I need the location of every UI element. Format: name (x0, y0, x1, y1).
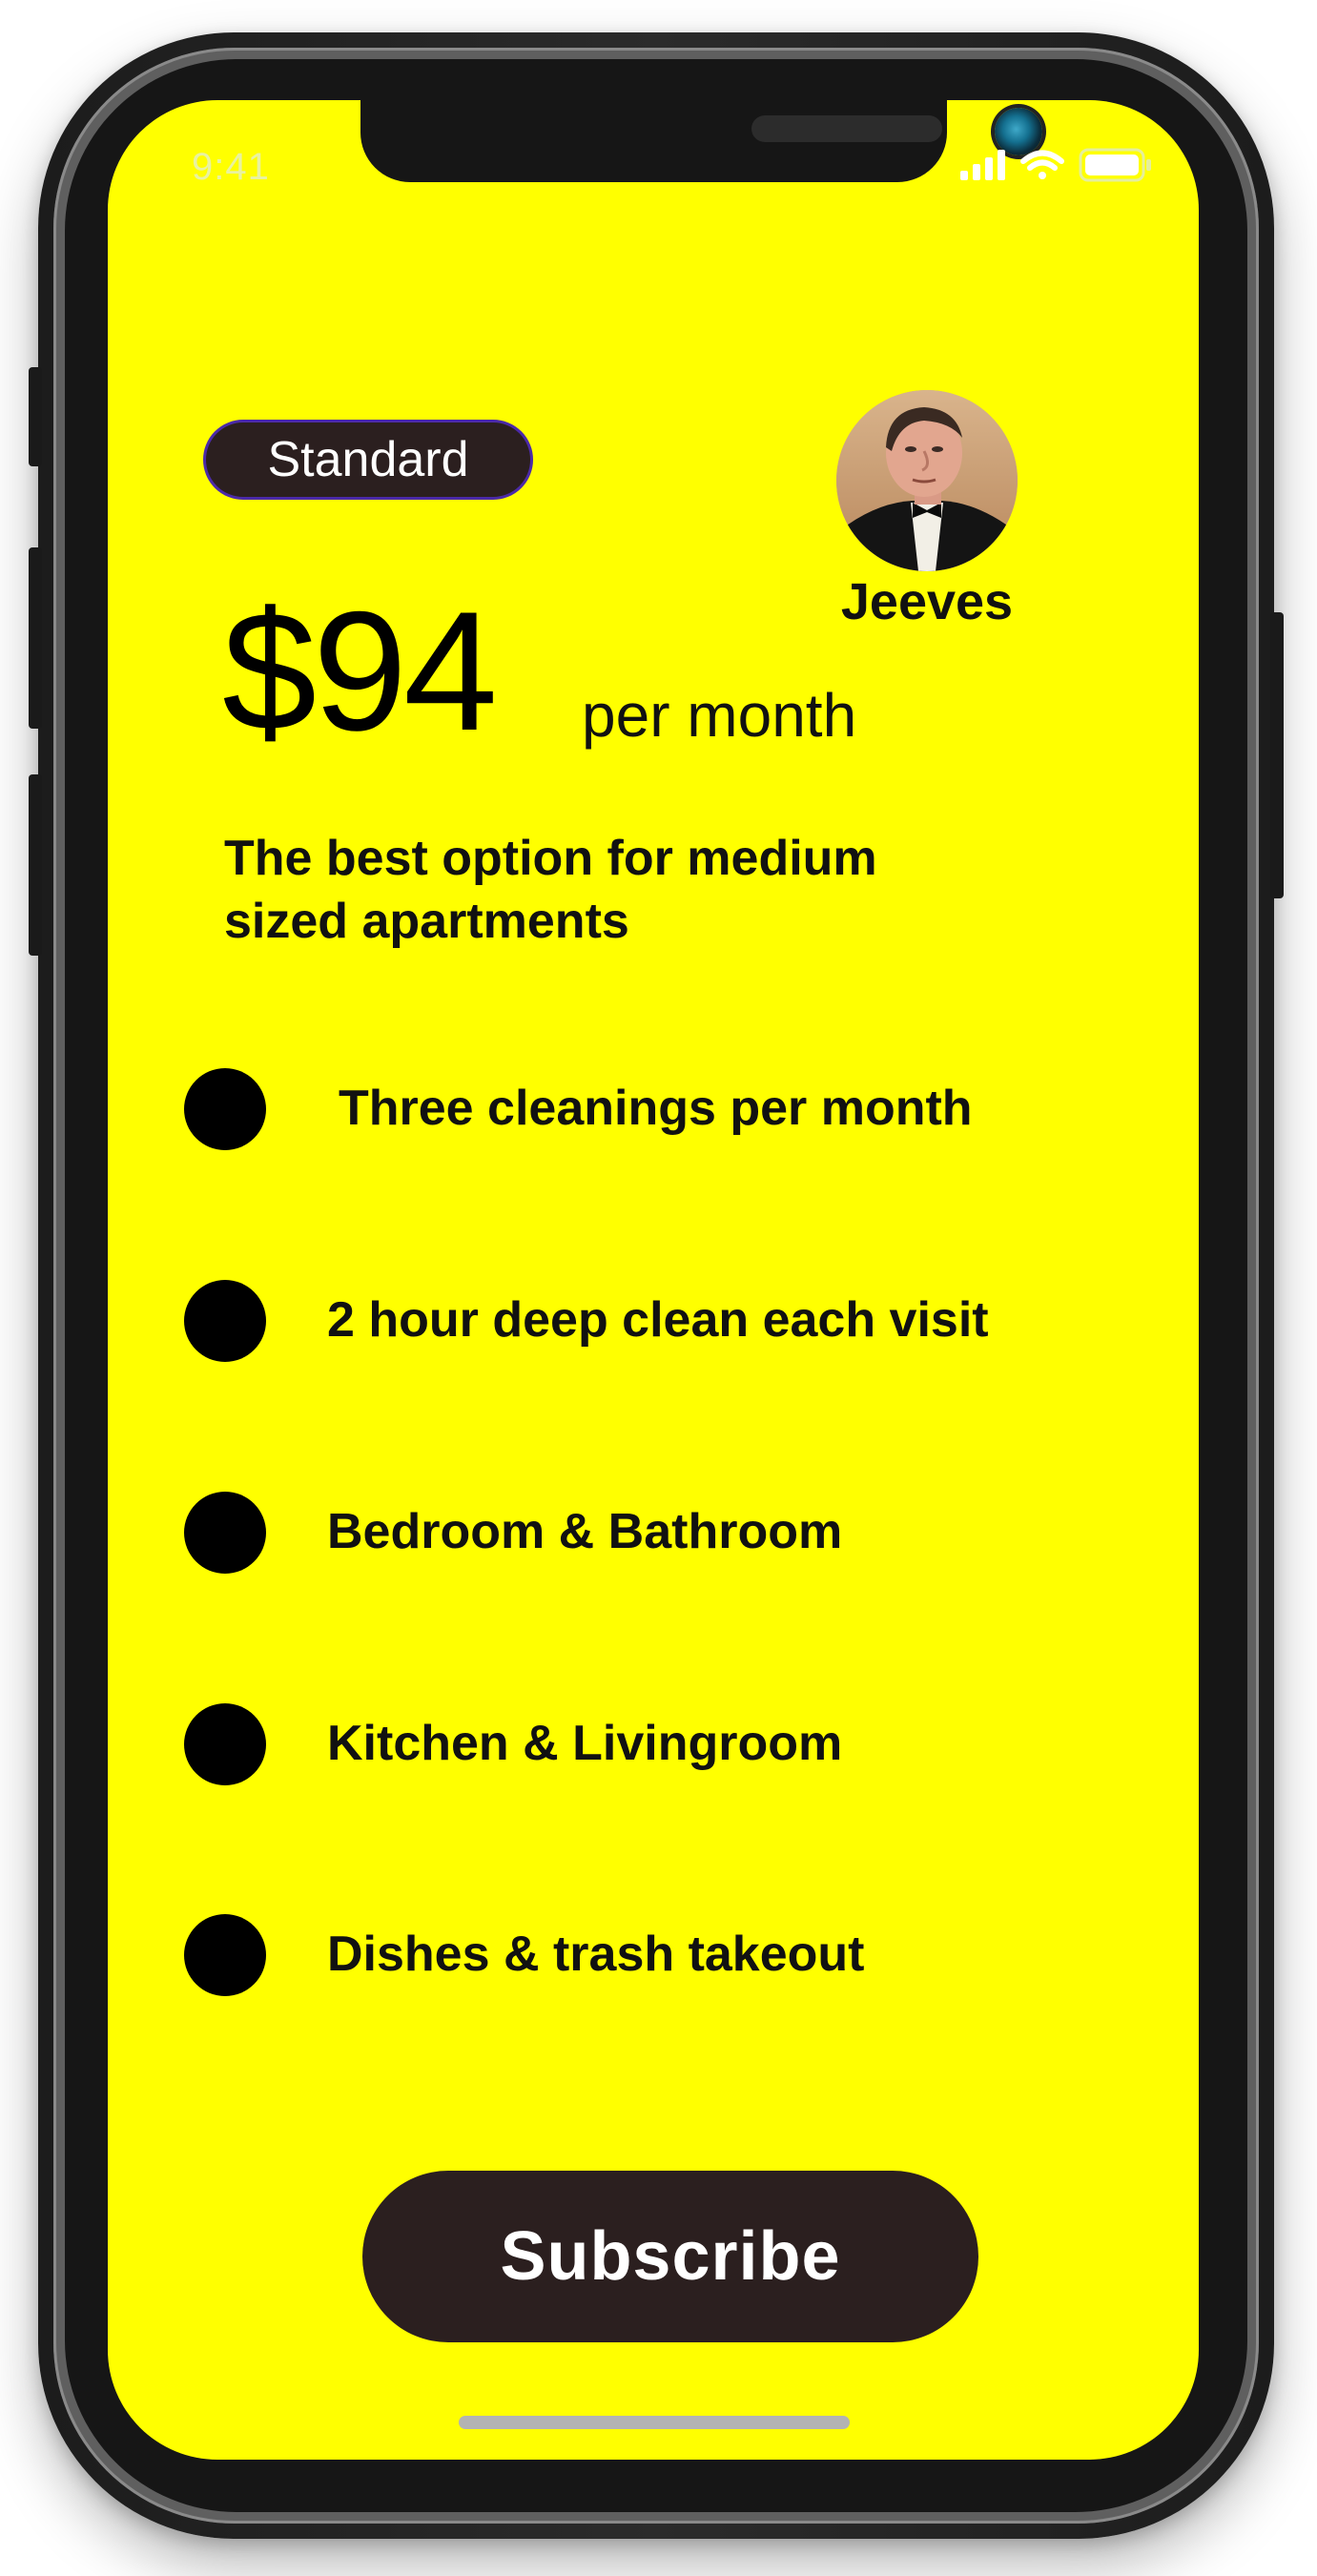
feature-item: Three cleanings per month (184, 1068, 1138, 1150)
plan-price: $94 (222, 576, 498, 766)
status-icons (960, 148, 1151, 182)
bullet-icon (184, 1068, 266, 1150)
signal-icon (960, 150, 1005, 180)
volume-up-button (29, 547, 42, 729)
feature-label: Kitchen & Livingroom (327, 1716, 843, 1771)
feature-label: Dishes & trash takeout (327, 1927, 865, 1982)
volume-down-button (29, 774, 42, 956)
mascot-name: Jeeves (840, 573, 1014, 630)
plan-description: The best option for medium sized apartme… (224, 831, 877, 949)
status-time: 9:41 (192, 146, 270, 188)
feature-item: Dishes & trash takeout (184, 1914, 1138, 1996)
mute-switch (29, 367, 42, 466)
phone-screen: 9:41 Standard Jeeves $94 per month The b… (108, 100, 1199, 2460)
notch (360, 100, 1042, 182)
bullet-icon (184, 1492, 266, 1574)
battery-icon (1079, 148, 1151, 182)
feature-item: Kitchen & Livingroom (184, 1703, 1138, 1785)
feature-item: Bedroom & Bathroom (184, 1492, 1138, 1574)
speaker-grille (751, 115, 942, 142)
power-button (1270, 612, 1284, 898)
feature-label: Bedroom & Bathroom (327, 1504, 843, 1559)
subscribe-button[interactable]: Subscribe (362, 2171, 978, 2342)
home-indicator[interactable] (459, 2416, 850, 2429)
plan-period: per month (582, 681, 857, 750)
bullet-icon (184, 1914, 266, 1996)
plan-badge: Standard (203, 420, 533, 500)
mascot-avatar (836, 390, 1018, 571)
feature-item: 2 hour deep clean each visit (184, 1280, 1138, 1362)
wifi-icon (1020, 150, 1064, 179)
feature-label: 2 hour deep clean each visit (327, 1292, 989, 1348)
bullet-icon (184, 1280, 266, 1362)
bullet-icon (184, 1703, 266, 1785)
feature-label: Three cleanings per month (339, 1081, 973, 1136)
